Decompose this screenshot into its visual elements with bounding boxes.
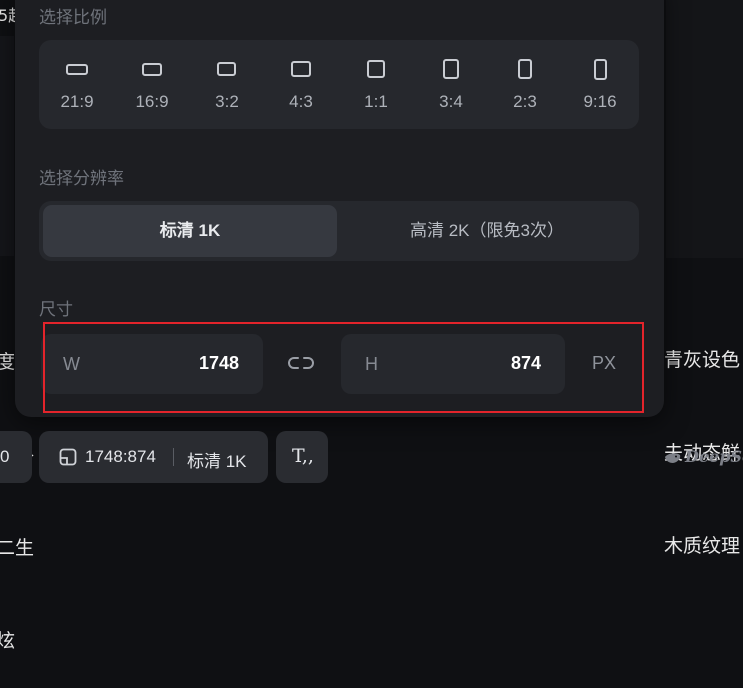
resolution-option-2k[interactable]: 高清 2K（限免3次）	[339, 205, 635, 257]
ratio-option-label: 3:4	[439, 92, 463, 111]
ratio-9-16-icon	[594, 59, 607, 80]
resolution-option-1k[interactable]: 标清 1K	[43, 205, 337, 257]
ratio-section-label: 选择比例	[39, 8, 107, 27]
ratio-option-label: 1:1	[364, 92, 388, 111]
ratio-option-label: 4:3	[289, 92, 313, 111]
toolbar-chip-text: 0	[0, 447, 10, 466]
ratio-option-4-3[interactable]: 4:3	[264, 40, 338, 129]
resolution-selector: 标清 1K 高清 2K（限免3次）	[39, 201, 639, 261]
brand-text: DeepSe	[685, 447, 743, 466]
ratio-option-9-16[interactable]: 9:16	[563, 40, 637, 129]
size-chip-resolution: 标清 1K	[187, 452, 247, 471]
background-text-line: 炫	[0, 630, 16, 652]
size-chip-value: 1748:874	[85, 447, 156, 466]
background-panel-right	[666, 0, 743, 258]
background-text-line: 木质纹理	[664, 535, 741, 557]
size-section-label: 尺寸	[39, 300, 73, 319]
ratio-21-9-icon	[66, 64, 88, 75]
ratio-4-3-icon	[291, 61, 311, 77]
resolution-section-label: 选择分辨率	[39, 169, 124, 188]
ratio-option-21-9[interactable]: 21:9	[40, 40, 114, 129]
ratio-option-label: 2:3	[513, 92, 537, 111]
ratio-16-9-icon	[142, 63, 162, 76]
ratio-option-3-4[interactable]: 3:4	[414, 40, 488, 129]
ratio-option-label: 9:16	[583, 92, 617, 111]
ratio-2-3-icon	[518, 59, 532, 79]
size-highlight-box	[43, 322, 644, 413]
whale-logo-icon	[665, 453, 681, 463]
background-panel-left	[0, 36, 14, 256]
ratio-option-label: 3:2	[215, 92, 239, 111]
ratio-option-label: 16:9	[135, 92, 169, 111]
text-tool-icon: T,,	[292, 445, 314, 467]
ratio-3-4-icon	[443, 59, 459, 79]
background-text-line: 青灰设色	[664, 349, 741, 371]
ratio-option-16-9[interactable]: 16:9	[115, 40, 189, 129]
brand-logo: DeepSe	[664, 447, 743, 466]
aspect-ratio-icon	[59, 448, 77, 466]
image-size-button[interactable]: 1748:874 标清 1K	[39, 431, 268, 483]
ratio-option-2-3[interactable]: 2:3	[488, 40, 562, 129]
ratio-selector: 21:9 16:9 3:2 4:3 1:1 3:4 2:3 9:16	[39, 40, 639, 129]
ratio-3-2-icon	[217, 62, 236, 76]
chip-divider	[173, 448, 174, 466]
ratio-option-3-2[interactable]: 3:2	[190, 40, 264, 129]
toolbar-chip-partial[interactable]: 0	[0, 431, 32, 483]
ratio-option-1-1[interactable]: 1:1	[339, 40, 413, 129]
text-tool-button[interactable]: T,,	[276, 431, 328, 483]
ratio-option-label: 21:9	[60, 92, 94, 111]
ratio-1-1-icon	[367, 60, 385, 78]
background-text-line: 二生	[0, 537, 35, 559]
background-text-right: 青灰设色 夫动态鲜 木质纹理	[664, 283, 740, 593]
